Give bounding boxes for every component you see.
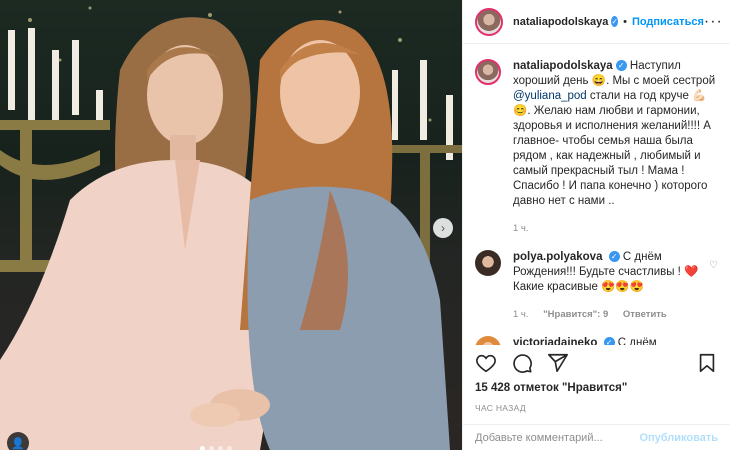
post-side-panel: nataliapodolskaya ✓ • Подписаться ··· na… xyxy=(462,0,730,450)
likes-count[interactable]: 15 428 отметок "Нравится" xyxy=(475,382,627,394)
reply-button[interactable]: Ответить xyxy=(623,309,667,320)
comments-list[interactable]: nataliapodolskaya ✓ Наступил хороший день… xyxy=(463,45,730,345)
carousel-dot xyxy=(218,446,223,450)
like-comment-heart-icon[interactable]: ♡ xyxy=(709,336,718,345)
post-photo[interactable]: › 👤 xyxy=(0,0,462,450)
carousel-dots xyxy=(200,446,232,450)
comment-likes[interactable]: "Нравится": 9 xyxy=(543,309,608,320)
caption-time[interactable]: 1 ч. xyxy=(513,223,529,234)
caption-text: стали на год круче xyxy=(586,90,693,102)
verified-badge-icon: ✓ xyxy=(603,337,615,345)
caption-text: . Мы с моей сестрой xyxy=(606,75,716,87)
comment-username[interactable]: victoriadaineko xyxy=(513,337,597,345)
bookmark-icon[interactable] xyxy=(696,352,718,374)
next-photo-button[interactable]: › xyxy=(433,218,453,238)
share-icon[interactable] xyxy=(547,352,569,374)
post-header: nataliapodolskaya ✓ • Подписаться ··· xyxy=(463,0,730,44)
avatar[interactable] xyxy=(475,336,501,345)
caption: nataliapodolskaya ✓ Наступил хороший день… xyxy=(475,59,718,236)
avatar[interactable] xyxy=(475,7,503,36)
grin-emoji: 😄 xyxy=(591,75,607,87)
comment-username[interactable]: polya.polyakova xyxy=(513,251,602,263)
chevron-right-icon: › xyxy=(441,221,445,235)
user-tag-button[interactable]: 👤 xyxy=(7,432,29,450)
follow-button[interactable]: Подписаться xyxy=(632,16,704,28)
caption-username[interactable]: nataliapodolskaya xyxy=(513,60,613,72)
comment-time[interactable]: 1 ч. xyxy=(513,309,529,320)
emoji: 😍😍😍 xyxy=(601,281,645,293)
carousel-dot xyxy=(200,446,205,450)
comment-icon[interactable] xyxy=(511,352,533,374)
comment-text: Какие красивые xyxy=(513,281,602,293)
photo-illustration xyxy=(0,6,462,450)
separator: • xyxy=(623,15,627,28)
comment-input[interactable] xyxy=(475,431,640,444)
comment-item: polya.polyakova ✓ С днём Рождения!!! Буд… xyxy=(475,250,718,322)
heart-icon[interactable] xyxy=(475,352,497,374)
post-actions xyxy=(463,352,730,374)
comment-text: С днём xyxy=(617,337,657,345)
avatar[interactable] xyxy=(475,59,501,85)
add-comment-bar: Опубликовать xyxy=(463,424,730,450)
verified-badge-icon: ✓ xyxy=(615,60,627,72)
verified-badge-icon: ✓ xyxy=(608,251,620,263)
publish-button[interactable]: Опубликовать xyxy=(639,432,718,444)
like-comment-heart-icon[interactable]: ♡ xyxy=(709,250,718,271)
post-timestamp[interactable]: час назад xyxy=(475,403,526,413)
user-tag-icon: 👤 xyxy=(11,437,25,450)
comment-item: victoriadaineko ✓ С днём ❤️❤️❤️ ♡ xyxy=(475,336,718,345)
avatar[interactable] xyxy=(475,250,501,276)
author-username[interactable]: nataliapodolskaya xyxy=(513,16,608,28)
mention-link[interactable]: @yuliana_pod xyxy=(513,90,587,102)
verified-badge-icon: ✓ xyxy=(611,16,619,27)
more-options-icon[interactable]: ··· xyxy=(704,13,723,31)
caption-text: . Желаю нам любви и гармонии, здоровья и… xyxy=(513,105,711,207)
heart-emoji: ❤️ xyxy=(684,266,699,278)
carousel-dot xyxy=(227,446,232,450)
carousel-dot xyxy=(209,446,214,450)
